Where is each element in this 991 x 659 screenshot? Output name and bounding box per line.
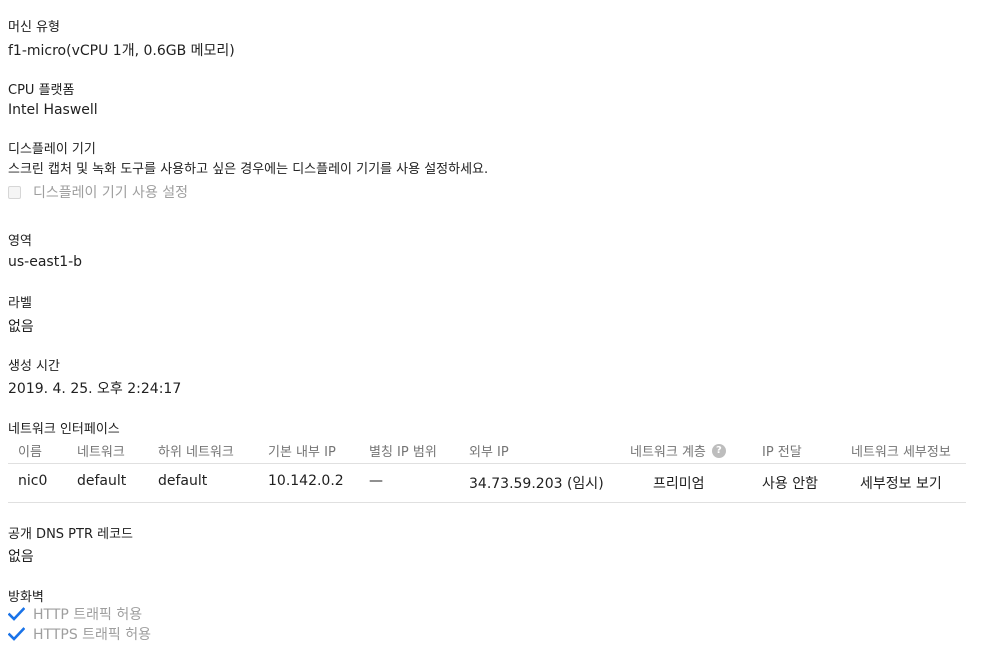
help-circle-icon[interactable]: ? [711, 443, 726, 458]
firewall-label: 방화벽 [8, 590, 44, 605]
display-device-checkbox[interactable] [8, 185, 21, 199]
view-details-link[interactable]: 세부정보 보기 [860, 473, 942, 493]
display-device-description: 스크린 캡처 및 녹화 도구를 사용하고 싶은 경우에는 디스플레이 기기를 사… [8, 162, 489, 177]
firewall-https-row[interactable]: HTTPS 트래픽 허용 [8, 624, 151, 644]
header-tier-label: 네트워크 계층 [630, 445, 706, 460]
machine-type-value: f1-micro(vCPU 1개, 0.6GB 메모리) [8, 43, 235, 59]
display-device-label: 디스플레이 기기 [8, 142, 96, 157]
public-dns-label: 공개 DNS PTR 레코드 [8, 527, 133, 542]
zone-value: us-east1-b [8, 254, 83, 270]
header-network: 네트워크 [77, 445, 125, 460]
checkmark-icon[interactable] [8, 607, 25, 621]
header-internal-ip: 기본 내부 IP [268, 445, 336, 460]
creation-time-label: 생성 시간 [8, 359, 60, 374]
header-subnetwork: 하위 네트워크 [158, 445, 234, 460]
cell-alias-ip: — [369, 473, 383, 489]
header-details: 네트워크 세부정보 [851, 445, 951, 460]
creation-time-value: 2019. 4. 25. 오후 2:24:17 [8, 381, 182, 397]
header-tier: 네트워크 계층 ? [630, 441, 726, 460]
public-dns-value: 없음 [8, 549, 34, 565]
table-header-divider [8, 463, 966, 464]
firewall-http-label: HTTP 트래픽 허용 [33, 607, 143, 623]
machine-type-label: 머신 유형 [8, 20, 60, 35]
checkmark-icon[interactable] [8, 627, 25, 641]
table-row-divider [8, 502, 966, 503]
header-name: 이름 [18, 445, 42, 460]
cpu-platform-label: CPU 플랫폼 [8, 83, 75, 98]
cpu-platform-value: Intel Haswell [8, 102, 98, 118]
header-external-ip: 외부 IP [469, 445, 509, 460]
cell-internal-ip: 10.142.0.2 [268, 473, 344, 489]
labels-value: 없음 [8, 319, 34, 335]
cell-ip-forwarding: 사용 안함 [762, 476, 818, 492]
network-interfaces-label: 네트워크 인터페이스 [8, 422, 120, 437]
header-ip-forwarding: IP 전달 [762, 445, 802, 460]
display-device-checkbox-label: 디스플레이 기기 사용 설정 [33, 185, 189, 201]
cell-network: default [77, 473, 127, 489]
cell-tier: 프리미엄 [653, 476, 705, 492]
zone-label: 영역 [8, 234, 32, 249]
firewall-https-label: HTTPS 트래픽 허용 [33, 627, 152, 643]
cell-name: nic0 [18, 473, 48, 489]
cell-external-ip: 34.73.59.203 (임시) [469, 476, 604, 492]
display-device-checkbox-row[interactable]: 디스플레이 기기 사용 설정 [8, 182, 188, 202]
firewall-http-row[interactable]: HTTP 트래픽 허용 [8, 604, 142, 624]
header-alias-ip: 별칭 IP 범위 [369, 445, 437, 460]
cell-subnetwork: default [158, 473, 208, 489]
labels-label: 라벨 [8, 296, 32, 311]
